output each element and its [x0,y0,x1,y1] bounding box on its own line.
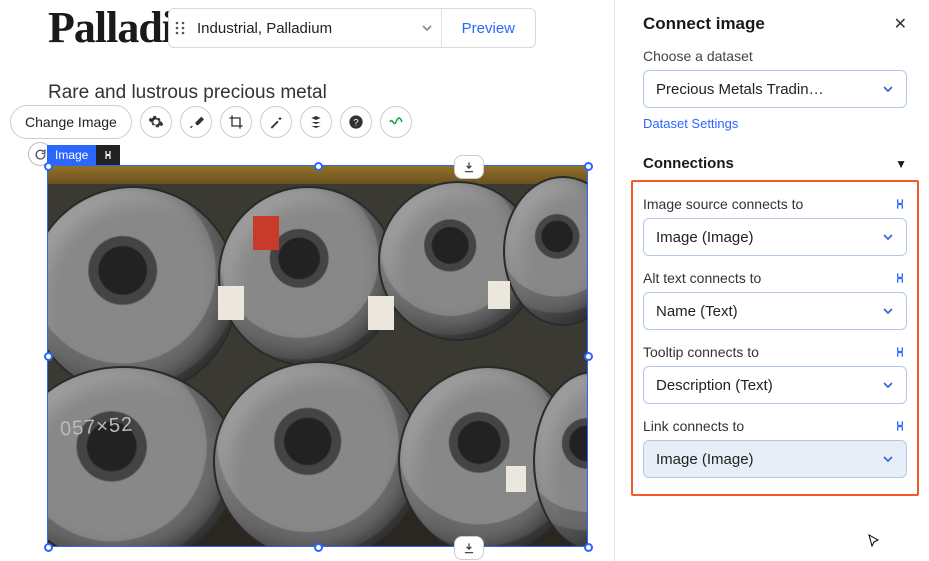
connection-row-alt-text: Alt text connects to Name (Text) [643,270,907,330]
connection-icon[interactable] [893,345,907,359]
connections-heading: Connections [643,155,734,172]
chevron-down-icon [882,305,894,317]
row-label: Tooltip connects to [643,344,759,360]
dataset-select[interactable]: Precious Metals Tradin… [643,70,907,108]
layers-icon[interactable] [300,106,332,138]
connection-icon[interactable] [893,271,907,285]
resize-handle[interactable] [314,162,323,171]
download-bottom-icon[interactable] [454,536,484,560]
resize-handle[interactable] [44,352,53,361]
tooltip-select[interactable]: Description (Text) [643,366,907,404]
change-image-button[interactable]: Change Image [10,105,132,139]
select-value: Description (Text) [656,377,773,394]
chevron-down-icon [882,453,894,465]
connection-row-tooltip: Tooltip connects to Description (Text) [643,344,907,404]
connection-icon[interactable] [893,197,907,211]
close-icon[interactable]: ✕ [894,14,907,34]
connections-highlight: Image source connects to Image (Image) A… [631,180,919,496]
element-badge-label[interactable]: Image [47,145,96,165]
row-label: Alt text connects to [643,270,761,286]
select-value: Image (Image) [656,451,754,468]
select-value: Image (Image) [656,229,754,246]
chevron-down-icon [882,231,894,243]
crop-icon[interactable] [220,106,252,138]
gear-icon[interactable] [140,106,172,138]
resize-handle[interactable] [584,352,593,361]
row-label: Image source connects to [643,196,803,212]
select-value: Name (Text) [656,303,738,320]
dataset-label: Choose a dataset [643,48,907,64]
cursor-icon [867,533,883,549]
panel-title: Connect image [643,14,765,34]
link-select[interactable]: Image (Image) [643,440,907,478]
connection-row-image-source: Image source connects to Image (Image) [643,196,907,256]
connect-panel: Connect image ✕ Choose a dataset Preciou… [614,0,929,561]
resize-handle[interactable] [44,162,53,171]
drag-handle-icon[interactable] [169,21,191,35]
help-icon[interactable]: ? [340,106,372,138]
selected-image[interactable]: 057×52 [47,165,588,547]
page-subtitle: Rare and lustrous precious metal [48,82,327,104]
breadcrumb: Industrial, Palladium Preview [168,8,536,48]
download-top-icon[interactable] [454,155,484,179]
resize-handle[interactable] [44,543,53,552]
row-label: Link connects to [643,418,744,434]
animation-icon[interactable] [380,106,412,138]
collapse-icon[interactable]: ▼ [895,157,907,171]
chevron-down-icon [882,379,894,391]
image-toolbar: Change Image ? [10,104,412,140]
alt-text-select[interactable]: Name (Text) [643,292,907,330]
image-source-select[interactable]: Image (Image) [643,218,907,256]
connection-icon[interactable] [893,419,907,433]
resize-handle[interactable] [584,543,593,552]
editor-canvas-area: Palladium Rare and lustrous precious met… [0,0,614,561]
preview-button[interactable]: Preview [442,20,535,37]
connection-row-link: Link connects to Image (Image) [643,418,907,478]
resize-handle[interactable] [314,543,323,552]
svg-text:?: ? [353,117,358,127]
chevron-down-icon [882,83,894,95]
chevron-down-icon[interactable] [421,22,433,34]
brush-icon[interactable] [180,106,212,138]
magic-wand-icon[interactable] [260,106,292,138]
resize-handle[interactable] [584,162,593,171]
dataset-settings-link[interactable]: Dataset Settings [643,116,738,131]
dataset-selected-value: Precious Metals Tradin… [656,81,824,98]
connection-icon[interactable] [96,145,120,165]
breadcrumb-text[interactable]: Industrial, Palladium [191,20,421,37]
element-badge: Image [47,145,120,165]
